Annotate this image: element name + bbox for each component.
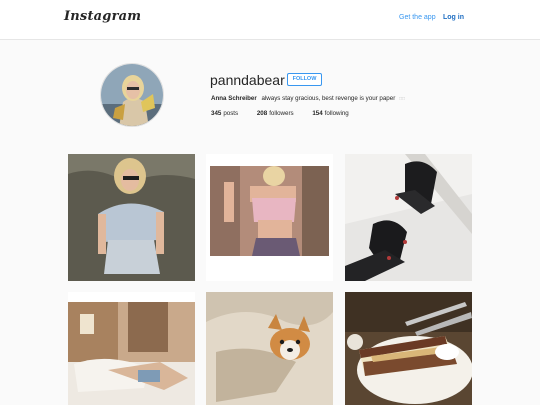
following-stat[interactable]: 154 following — [312, 110, 348, 117]
post-thumbnail[interactable] — [345, 154, 472, 281]
post-thumbnail[interactable] — [68, 154, 195, 281]
post-image-girl-off-shoulder-top — [68, 154, 195, 281]
profile-full-name: Anna Schreiber — [211, 95, 257, 102]
followers-label: followers — [269, 110, 294, 117]
post-thumbnail[interactable] — [345, 292, 472, 405]
profile-bio-text: always stay gracious, best revenge is yo… — [261, 95, 396, 102]
log-in-link[interactable]: Log in — [443, 14, 464, 21]
posts-label: posts — [223, 110, 239, 117]
get-the-app-link[interactable]: Get the app — [399, 14, 436, 21]
post-image-platform-boots — [345, 154, 472, 281]
post-thumbnail[interactable] — [68, 292, 195, 405]
posts-stat: 345 posts — [211, 110, 238, 117]
post-image-cheesecake-slice — [345, 292, 472, 405]
profile-avatar[interactable] — [100, 63, 164, 127]
bio-emoji: □□ — [399, 96, 406, 102]
post-thumbnail[interactable] — [206, 292, 333, 405]
followers-count: 208 — [256, 110, 268, 117]
posts-count: 345 — [211, 110, 222, 117]
profile-stats: 345 posts 208 followers 154 following — [211, 110, 366, 117]
post-image-sports-bra-selfie — [206, 154, 333, 281]
following-count: 154 — [312, 110, 323, 117]
post-image-girl-on-bed — [68, 292, 195, 405]
profile-username: panndabear — [210, 72, 285, 88]
profile-bio: Anna Schreiber always stay gracious, bes… — [211, 95, 405, 102]
avatar-photo — [101, 64, 163, 126]
post-thumbnail[interactable] — [206, 154, 333, 281]
top-nav-bar: Instagram Get the app Log in — [0, 0, 540, 40]
post-image-corgi-in-blanket — [206, 292, 333, 405]
followers-stat[interactable]: 208 followers — [257, 110, 294, 117]
instagram-logo[interactable]: Instagram — [64, 9, 141, 24]
following-label: following — [324, 110, 349, 117]
follow-button[interactable]: FOLLOW — [287, 73, 322, 86]
